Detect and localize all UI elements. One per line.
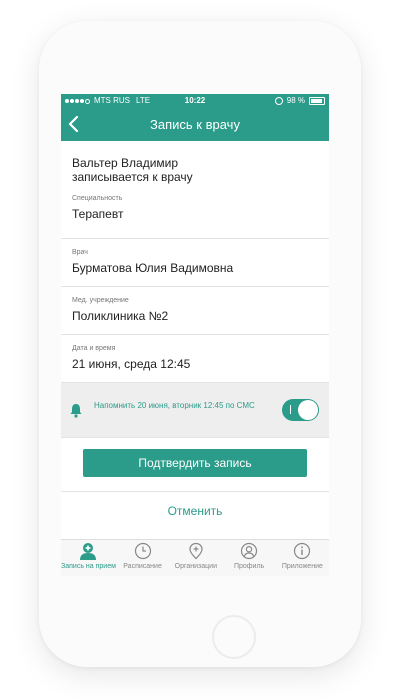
battery-percent: 98 % <box>286 96 305 105</box>
tab-bar: Запись на прием Расписание Организации П… <box>61 539 329 576</box>
patient-name: Вальтер Владимир <box>72 156 179 170</box>
tab-label-appointment: Запись на прием <box>61 563 116 570</box>
status-bar: MTS RUS LTE 10:22 98 % <box>61 94 329 108</box>
chevron-left-icon <box>68 115 79 133</box>
doctor-icon <box>80 543 97 560</box>
reminder-text: Напомнить 20 июня, вторник 12:45 по СМС <box>94 401 255 410</box>
institution-label: Мед. учреждение <box>72 297 129 304</box>
confirm-section: Подтвердить запись <box>61 438 329 492</box>
patient-action: записывается к врачу <box>72 170 193 184</box>
tab-profile[interactable]: Профиль <box>222 540 275 576</box>
tab-appointment[interactable]: Запись на прием <box>61 540 116 576</box>
person-icon <box>240 542 258 560</box>
page-title: Запись к врачу <box>150 117 240 132</box>
bell-icon <box>70 404 82 418</box>
specialty-label: Специальность <box>72 195 123 202</box>
doctor-section: Врач Бурматова Юлия Вадимовна <box>61 239 329 287</box>
doctor-label: Врач <box>72 249 88 256</box>
cancel-button[interactable]: Отменить <box>168 504 223 518</box>
tab-label-profile: Профиль <box>233 563 265 570</box>
info-icon <box>294 542 311 560</box>
back-button[interactable] <box>65 112 85 136</box>
toggle-on-mark <box>290 405 291 414</box>
app-screen: MTS RUS LTE 10:22 98 % Запись к врачу Ва… <box>61 94 329 576</box>
specialty-value: Терапевт <box>72 207 124 221</box>
institution-value: Поликлиника №2 <box>72 309 169 323</box>
tab-app[interactable]: Приложение <box>276 540 329 576</box>
status-right: 98 % <box>274 94 325 108</box>
reminder-toggle[interactable] <box>282 399 319 421</box>
datetime-value: 21 июня, среда 12:45 <box>72 357 191 371</box>
clock-icon <box>134 542 151 560</box>
alarm-icon <box>274 97 283 105</box>
patient-section: Вальтер Владимир записывается к врачу Сп… <box>61 141 329 239</box>
institution-section: Мед. учреждение Поликлиника №2 <box>61 287 329 335</box>
toggle-knob <box>298 400 318 420</box>
home-button[interactable] <box>212 615 256 659</box>
tab-label-organizations: Организации <box>174 563 217 570</box>
tab-label-app: Приложение <box>281 563 323 570</box>
tab-schedule[interactable]: Расписание <box>116 540 169 576</box>
nav-bar: Запись к врачу <box>61 108 329 141</box>
location-pin-icon <box>189 542 203 560</box>
datetime-label: Дата и время <box>72 345 116 352</box>
doctor-value: Бурматова Юлия Вадимовна <box>72 261 234 275</box>
confirm-button[interactable]: Подтвердить запись <box>83 449 307 477</box>
tab-organizations[interactable]: Организации <box>169 540 222 576</box>
datetime-section: Дата и время 21 июня, среда 12:45 <box>61 335 329 383</box>
reminder-row: Напомнить 20 июня, вторник 12:45 по СМС <box>61 383 329 438</box>
tab-label-schedule: Расписание <box>123 563 162 570</box>
cancel-section: Отменить <box>61 492 329 530</box>
battery-icon <box>309 97 325 105</box>
